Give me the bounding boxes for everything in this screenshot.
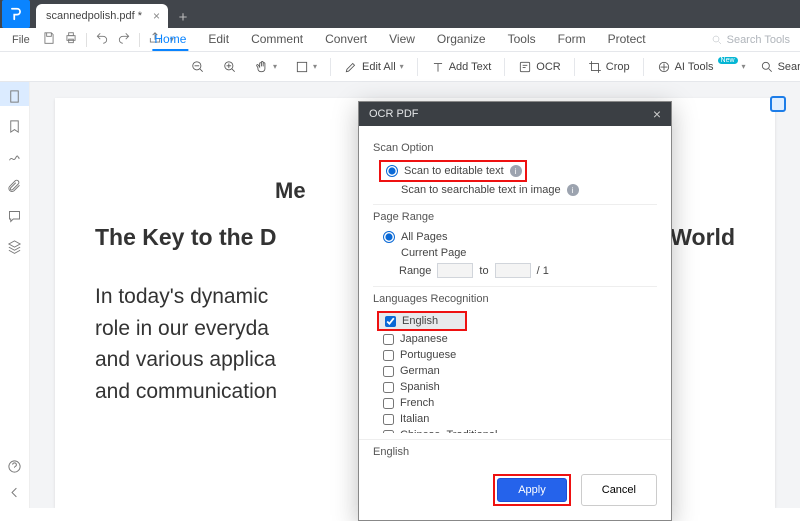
menu-home[interactable]: Home xyxy=(152,29,188,51)
lang-french[interactable]: French xyxy=(377,395,657,411)
menu-view[interactable]: View xyxy=(387,29,417,51)
dialog-titlebar[interactable]: OCR PDF × xyxy=(359,102,671,126)
dialog-actions: Apply Cancel xyxy=(359,464,671,520)
document-tab[interactable]: scannedpolish.pdf * × xyxy=(36,4,168,28)
titlebar: scannedpolish.pdf * × + xyxy=(0,0,800,28)
chevron-left-icon[interactable] xyxy=(7,484,23,500)
signature-icon[interactable] xyxy=(7,148,23,164)
menu-organize[interactable]: Organize xyxy=(435,29,488,51)
lang-spanish[interactable]: Spanish xyxy=(377,379,657,395)
cancel-button[interactable]: Cancel xyxy=(581,474,657,506)
info-icon[interactable]: i xyxy=(567,184,579,196)
toolbar-search-button[interactable]: Search xyxy=(755,57,800,77)
layers-icon[interactable] xyxy=(7,238,23,254)
redo-icon[interactable] xyxy=(117,31,131,48)
tab-strip: scannedpolish.pdf * × + xyxy=(36,0,194,28)
scan-option-label: Scan Option xyxy=(373,142,657,154)
scan-searchable-option[interactable]: Scan to searchable text in image i xyxy=(373,182,657,198)
range-to-input[interactable] xyxy=(495,263,531,278)
lang-portuguese[interactable]: Portuguese xyxy=(377,347,657,363)
print-icon[interactable] xyxy=(64,31,78,48)
selected-languages-footer: English xyxy=(359,439,671,464)
search-tools-label: Search Tools xyxy=(727,34,790,46)
hand-tool-button[interactable]: ▾ xyxy=(250,57,282,77)
crop-button[interactable]: Crop xyxy=(583,57,635,77)
add-text-button[interactable]: Add Text xyxy=(426,57,497,77)
ocr-dialog: OCR PDF × Scan Option Scan to editable t… xyxy=(358,101,672,521)
help-icon[interactable] xyxy=(7,458,23,474)
menu-protect[interactable]: Protect xyxy=(606,29,648,51)
zoom-in-button[interactable] xyxy=(218,57,242,77)
save-icon[interactable] xyxy=(42,31,56,48)
lang-italian[interactable]: Italian xyxy=(377,411,657,427)
dialog-title-label: OCR PDF xyxy=(369,108,419,120)
search-tools[interactable]: Search Tools xyxy=(711,34,796,46)
menu-convert[interactable]: Convert xyxy=(323,29,369,51)
menu-tools[interactable]: Tools xyxy=(506,29,538,51)
lang-german[interactable]: German xyxy=(377,363,657,379)
menubar: File ▾ Home Edit Comment Convert View Or… xyxy=(0,28,800,52)
main-menus: Home Edit Comment Convert View Organize … xyxy=(152,29,647,51)
current-page-option[interactable]: Current Page xyxy=(373,245,657,261)
lang-japanese[interactable]: Japanese xyxy=(377,331,657,347)
bookmark-icon[interactable] xyxy=(7,118,23,134)
thumbnails-icon[interactable] xyxy=(7,88,23,104)
undo-icon[interactable] xyxy=(95,31,109,48)
toolbar: ▾ ▾ Edit All▾ Add Text OCR Crop AI Tools… xyxy=(0,52,800,82)
ai-tools-button[interactable]: AI ToolsNew▾ xyxy=(652,57,751,77)
app-icon[interactable] xyxy=(2,0,30,28)
select-tool-button[interactable]: ▾ xyxy=(290,57,322,77)
close-icon[interactable]: × xyxy=(153,9,160,23)
add-tab-button[interactable]: + xyxy=(172,6,194,28)
menu-comment[interactable]: Comment xyxy=(249,29,305,51)
all-pages-radio[interactable] xyxy=(383,231,395,243)
file-menu[interactable]: File xyxy=(4,34,38,46)
range-from-input[interactable] xyxy=(437,263,473,278)
scan-editable-radio[interactable] xyxy=(386,165,398,177)
page-range-label: Page Range xyxy=(373,211,657,223)
dialog-close-icon[interactable]: × xyxy=(653,106,661,122)
zoom-out-button[interactable] xyxy=(186,57,210,77)
info-icon[interactable]: i xyxy=(510,165,522,177)
menu-form[interactable]: Form xyxy=(556,29,588,51)
lang-english[interactable]: English xyxy=(377,311,467,331)
all-pages-option[interactable]: All Pages xyxy=(373,229,657,245)
menu-edit[interactable]: Edit xyxy=(206,29,231,51)
scan-editable-option[interactable]: Scan to editable text i xyxy=(384,163,522,179)
languages-label: Languages Recognition xyxy=(373,293,657,305)
comment-icon[interactable] xyxy=(7,208,23,224)
tab-label: scannedpolish.pdf * xyxy=(46,10,142,22)
left-rail xyxy=(0,82,30,508)
page-marker-icon[interactable] xyxy=(770,96,786,112)
attachment-icon[interactable] xyxy=(7,178,23,194)
ocr-button[interactable]: OCR xyxy=(513,57,565,77)
lang-chinese-traditional[interactable]: Chinese_Traditional xyxy=(377,427,657,433)
language-list[interactable]: English Japanese Portuguese German Spani… xyxy=(377,311,657,433)
edit-all-button[interactable]: Edit All▾ xyxy=(339,57,409,77)
apply-button[interactable]: Apply xyxy=(497,478,567,502)
range-option[interactable]: Range to / 1 xyxy=(373,261,657,280)
